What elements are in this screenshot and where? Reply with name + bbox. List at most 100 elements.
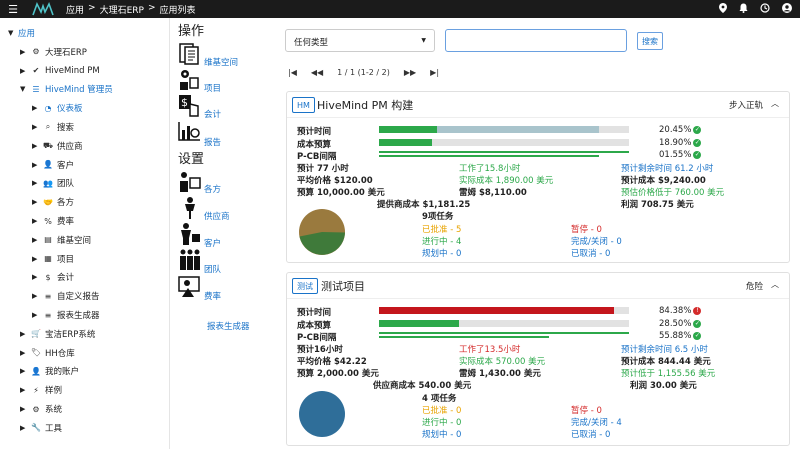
caret-right-icon[interactable]: ▶: [32, 104, 42, 112]
caret-right-icon[interactable]: ▶: [32, 217, 42, 225]
app-logo[interactable]: [26, 0, 60, 18]
sidebar-item[interactable]: ▶ $ 会计: [32, 268, 74, 286]
search-input[interactable]: [445, 29, 627, 52]
planned-count[interactable]: 规划中 - 0: [422, 247, 461, 259]
project-title[interactable]: HiveMind PM 构建: [317, 97, 413, 113]
wiki-op[interactable]: 维基空间: [178, 42, 268, 68]
sidebar-item[interactable]: ▶ ▤ 维基空间: [32, 231, 91, 249]
caret-right-icon[interactable]: ▶: [20, 367, 30, 375]
search-button[interactable]: 搜索: [637, 32, 663, 50]
in-progress-count[interactable]: 进行中 - 0: [422, 416, 461, 428]
actual-cost: 实际成本 570.00 美元: [459, 357, 546, 367]
next-page-icon[interactable]: ▶▶: [404, 68, 416, 77]
project-op[interactable]: 项目: [178, 68, 268, 94]
sidebar-item[interactable]: ▶ ◔ 仪表板: [32, 99, 83, 117]
first-page-icon[interactable]: |◀: [288, 68, 297, 77]
sidebar-item[interactable]: ▶ 👥 团队: [32, 174, 74, 192]
done-count[interactable]: 完成/关闭 - 0: [571, 235, 622, 247]
project-card: HM HiveMind PM 构建 步入正轨 ︿ 预计时间 20.45% ✓ 成本…: [286, 91, 790, 263]
caret-right-icon[interactable]: ▶: [20, 386, 30, 394]
caret-right-icon[interactable]: ▶: [20, 405, 30, 413]
history-icon[interactable]: [760, 2, 770, 16]
breadcrumb-apps[interactable]: 应用: [66, 3, 84, 16]
type-filter-select[interactable]: 任何类型 ▼: [285, 29, 435, 52]
account-icon[interactable]: [782, 2, 792, 16]
sidebar-item[interactable]: ▶ ⌕ 搜索: [32, 118, 74, 136]
teams-op[interactable]: 团队: [178, 248, 268, 275]
sidebar-item[interactable]: ▶ ≡ 自定义报告: [32, 287, 100, 305]
sidebar-item[interactable]: ▶ 🏷 HH仓库: [20, 344, 75, 362]
caret-down-icon[interactable]: ▼: [20, 85, 30, 93]
caret-right-icon[interactable]: ▶: [32, 236, 42, 244]
accounting-label: 会计: [204, 110, 222, 120]
cancelled-count[interactable]: 已取消 - 0: [571, 247, 610, 259]
accounting-op[interactable]: $ 会计: [178, 94, 268, 120]
customers-op[interactable]: 客户: [178, 222, 268, 249]
sidebar-item[interactable]: ▶ ⚙ 系统: [20, 400, 62, 418]
prev-page-icon[interactable]: ◀◀: [311, 68, 323, 77]
sidebar-item[interactable]: ▶ ≡ 报表生成器: [32, 306, 100, 324]
breadcrumb: 应用 > 大理石ERP > 应用列表: [66, 3, 196, 16]
rates-op[interactable]: 费率: [178, 275, 268, 302]
sidebar-item[interactable]: ▶ ⚙ 大理石ERP: [20, 43, 87, 61]
chevron-up-icon[interactable]: ︿: [771, 98, 779, 109]
caret-right-icon[interactable]: ▶: [20, 330, 30, 338]
project-status: 危险: [745, 282, 763, 292]
caret-right-icon[interactable]: ▶: [32, 292, 42, 300]
chevron-down-icon: ▼: [421, 37, 426, 44]
check-icon: ✔: [32, 66, 40, 76]
sidebar-item[interactable]: ▶ 👤 我的账户: [20, 362, 79, 380]
parties-op[interactable]: 各方: [178, 170, 268, 195]
project-title[interactable]: 测试项目: [321, 278, 365, 294]
caret-right-icon[interactable]: ▶: [32, 179, 42, 187]
caret-right-icon[interactable]: ▶: [32, 142, 42, 150]
gear-icon: ⚙: [32, 404, 40, 414]
sidebar-item[interactable]: ▶ ✔ HiveMind PM: [20, 62, 100, 80]
planned-count[interactable]: 规划中 - 0: [422, 428, 461, 440]
chevron-up-icon[interactable]: ︿: [771, 279, 779, 290]
sidebar-item[interactable]: ▶% 费率: [32, 212, 74, 230]
sidebar-item-label: 应用: [18, 29, 36, 39]
caret-right-icon[interactable]: ▶: [32, 255, 42, 263]
sidebar-item[interactable]: ▶ ⛟ 供应商: [32, 137, 83, 155]
gears-icon: ⚙: [32, 47, 40, 57]
paused-count[interactable]: 暂停 - 0: [571, 404, 602, 416]
sidebar-item-label: 搜索: [57, 123, 75, 133]
last-page-icon[interactable]: ▶|: [430, 68, 439, 77]
report-op[interactable]: 报告: [178, 120, 268, 148]
menu-icon[interactable]: ☰: [0, 3, 26, 16]
sidebar-item[interactable]: ▶ 🛒 宝洁ERP系统: [20, 325, 95, 343]
caret-right-icon[interactable]: ▶: [32, 311, 42, 319]
sidebar-item[interactable]: ▶ ⚡ 样例: [20, 381, 62, 399]
bell-icon[interactable]: [739, 3, 748, 16]
caret-right-icon[interactable]: ▶: [20, 424, 30, 432]
done-count[interactable]: 完成/关闭 - 4: [571, 416, 622, 428]
caret-right-icon[interactable]: ▶: [32, 273, 42, 281]
vendors-op[interactable]: 供应商: [178, 196, 268, 222]
approved-count[interactable]: 已批准 - 0: [422, 404, 461, 416]
caret-right-icon[interactable]: ▶: [32, 198, 42, 206]
customers-icon: [181, 223, 200, 245]
caret-right-icon[interactable]: ▶: [20, 349, 30, 357]
cancelled-count[interactable]: 已取消 - 0: [571, 428, 610, 440]
caret-right-icon[interactable]: ▶: [32, 161, 42, 169]
sidebar-item[interactable]: ▼ ☰ HiveMind 管理员: [20, 80, 113, 98]
caret-right-icon[interactable]: ▶: [20, 48, 30, 56]
sidebar-item[interactable]: ▶ 🔧 工具: [20, 419, 62, 437]
breadcrumb-erp[interactable]: 大理石ERP: [100, 3, 144, 16]
sidebar-item[interactable]: ▼ 应用: [8, 24, 35, 42]
caret-down-icon[interactable]: ▼: [8, 29, 18, 37]
report-builder-link[interactable]: 报表生成器: [207, 320, 250, 332]
caret-right-icon[interactable]: ▶: [20, 67, 30, 75]
budget: 预算 10,000.00 美元: [297, 188, 385, 198]
in-progress-count[interactable]: 进行中 - 4: [422, 235, 461, 247]
location-icon[interactable]: [719, 2, 727, 16]
approved-count[interactable]: 已批准 - 5: [422, 223, 461, 235]
sidebar-item[interactable]: ▶ ▦ 项目: [32, 250, 74, 268]
estimated-cost: 预计成本 844.44 美元: [621, 357, 711, 367]
paused-count[interactable]: 暂停 - 0: [571, 223, 602, 235]
caret-right-icon[interactable]: ▶: [32, 123, 42, 131]
breadcrumb-app-list[interactable]: 应用列表: [159, 3, 195, 16]
sidebar-item[interactable]: ▶ 🤝 各方: [32, 193, 74, 211]
sidebar-item[interactable]: ▶ 👤 客户: [32, 156, 74, 174]
